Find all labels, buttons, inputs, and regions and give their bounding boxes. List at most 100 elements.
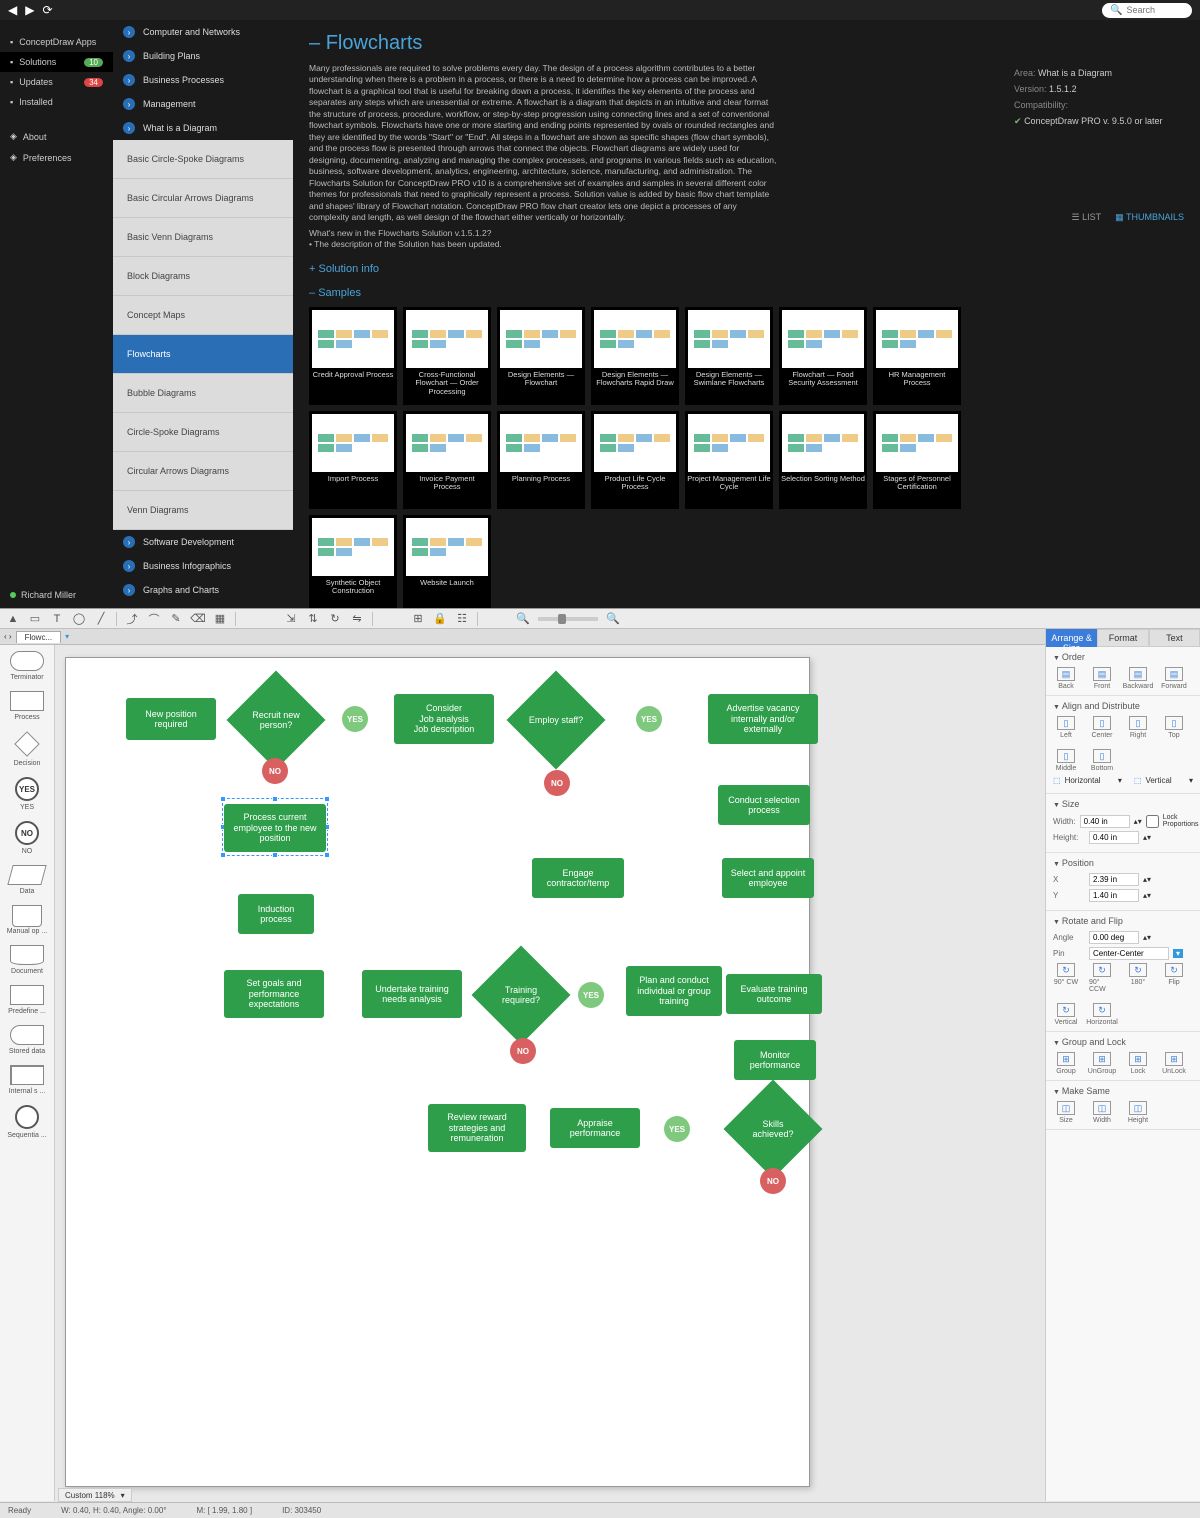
tab-format[interactable]: Format: [1097, 629, 1148, 647]
rp--ccw[interactable]: ↻90° CCW: [1089, 963, 1115, 993]
rp-forward[interactable]: ▤Forward: [1161, 667, 1187, 690]
rp-bottom[interactable]: ▯Bottom: [1089, 749, 1115, 772]
zoom-slider[interactable]: [538, 617, 598, 621]
rp-lock[interactable]: ⊞Lock: [1125, 1052, 1151, 1075]
select-tool-icon[interactable]: ▭: [28, 612, 42, 626]
layer-tool-icon[interactable]: ☷: [455, 612, 469, 626]
sample-card[interactable]: Cross-Functional Flowchart — Order Proce…: [403, 307, 491, 405]
sample-card[interactable]: Flowchart — Food Security Assessment: [779, 307, 867, 405]
flowchart-process[interactable]: Evaluate training outcome: [726, 974, 822, 1014]
shape-sequentia-[interactable]: Sequentia ...: [0, 1105, 54, 1139]
left-nav-conceptdraw-apps[interactable]: ▪ConceptDraw Apps: [0, 32, 113, 52]
section-group[interactable]: Group and Lock: [1053, 1037, 1193, 1047]
nav-back-icon[interactable]: ◀: [8, 3, 17, 17]
zoom-in-icon[interactable]: 🔍: [606, 612, 620, 626]
rp-backward[interactable]: ▤Backward: [1125, 667, 1151, 690]
sample-card[interactable]: Website Launch: [403, 515, 491, 609]
flowchart-process[interactable]: Engage contractor/temp: [532, 858, 624, 898]
angle-input[interactable]: [1089, 931, 1139, 944]
sub-item[interactable]: Concept Maps: [113, 296, 293, 335]
rp-top[interactable]: ▯Top: [1161, 716, 1187, 739]
flowchart-process[interactable]: Induction process: [238, 894, 314, 934]
nav-forward-icon[interactable]: ▶: [25, 3, 34, 17]
canvas[interactable]: New position requiredRecruit new person?…: [65, 657, 810, 1487]
distribute-tool-icon[interactable]: ⇅: [306, 612, 320, 626]
sample-card[interactable]: Import Process: [309, 411, 397, 509]
search-box[interactable]: 🔍: [1102, 3, 1192, 18]
left-nav-solutions[interactable]: ▪Solutions10: [0, 52, 113, 72]
sample-card[interactable]: Project Management Life Cycle: [685, 411, 773, 509]
sample-card[interactable]: Synthetic Object Construction: [309, 515, 397, 609]
document-tab[interactable]: Flowc...: [16, 631, 62, 643]
sample-card[interactable]: Design Elements — Flowcharts Rapid Draw: [591, 307, 679, 405]
line-tool-icon[interactable]: ╱: [94, 612, 108, 626]
section-rotate[interactable]: Rotate and Flip: [1053, 916, 1193, 926]
section-position[interactable]: Position: [1053, 858, 1193, 868]
flowchart-process[interactable]: Undertake training needs analysis: [362, 970, 462, 1018]
yes-connector[interactable]: YES: [636, 706, 662, 732]
section-same[interactable]: Make Same: [1053, 1086, 1193, 1096]
shape-process[interactable]: Process: [0, 691, 54, 721]
shape-decision[interactable]: Decision: [0, 731, 54, 767]
tab-arrange[interactable]: Arrange & Size: [1046, 629, 1097, 647]
eraser-tool-icon[interactable]: ⌫: [191, 612, 205, 626]
lock-tool-icon[interactable]: 🔒: [433, 612, 447, 626]
rp-right[interactable]: ▯Right: [1125, 716, 1151, 739]
shape-predefine-[interactable]: Predefine ...: [0, 985, 54, 1015]
rotate-tool-icon[interactable]: ↻: [328, 612, 342, 626]
flowchart-process[interactable]: Process current employee to the new posi…: [224, 804, 326, 852]
width-input[interactable]: [1080, 815, 1130, 828]
flip-tool-icon[interactable]: ⇋: [350, 612, 364, 626]
category-item[interactable]: ›Business Processes: [113, 68, 293, 92]
category-item[interactable]: ›What is a Diagram: [113, 116, 293, 140]
text-tool-icon[interactable]: T: [50, 612, 64, 626]
sub-item[interactable]: Basic Venn Diagrams: [113, 218, 293, 257]
connector-tool-icon[interactable]: ⤴: [125, 612, 139, 626]
left-nav-installed[interactable]: ▪Installed: [0, 92, 113, 112]
rp-horizontal[interactable]: ↻Horizontal: [1089, 1003, 1115, 1026]
tab-text[interactable]: Text: [1149, 629, 1200, 647]
shape-internal-s-[interactable]: Internal s ...: [0, 1065, 54, 1095]
no-connector[interactable]: NO: [760, 1168, 786, 1194]
nav-reload-icon[interactable]: ⟳: [42, 3, 52, 17]
left-nav-preferences[interactable]: ◈Preferences: [0, 147, 113, 168]
pin-select[interactable]: [1089, 947, 1169, 960]
shape-stored-data[interactable]: Stored data: [0, 1025, 54, 1055]
yes-connector[interactable]: YES: [664, 1116, 690, 1142]
rp-height[interactable]: ◫Height: [1125, 1101, 1151, 1124]
flowchart-process[interactable]: Set goals and performance expectations: [224, 970, 324, 1018]
rp-front[interactable]: ▤Front: [1089, 667, 1115, 690]
sample-card[interactable]: HR Management Process: [873, 307, 961, 405]
sample-card[interactable]: Credit Approval Process: [309, 307, 397, 405]
flowchart-process[interactable]: Review reward strategies and remuneratio…: [428, 1104, 526, 1152]
shape-document[interactable]: Document: [0, 945, 54, 975]
section-size[interactable]: Size: [1053, 799, 1193, 809]
sample-card[interactable]: Design Elements — Flowchart: [497, 307, 585, 405]
flowchart-process[interactable]: Plan and conduct individual or group tra…: [626, 966, 722, 1016]
flowchart-process[interactable]: ConsiderJob analysisJob description: [394, 694, 494, 744]
flowchart-decision[interactable]: Employ staff?: [521, 685, 591, 755]
pen-tool-icon[interactable]: ✎: [169, 612, 183, 626]
height-input[interactable]: [1089, 831, 1139, 844]
section-samples[interactable]: – Samples: [309, 287, 1184, 299]
shape-tool-icon[interactable]: ◯: [72, 612, 86, 626]
rp-center[interactable]: ▯Center: [1089, 716, 1115, 739]
group-tool-icon[interactable]: ⊞: [411, 612, 425, 626]
section-solution-info[interactable]: + Solution info: [309, 263, 1184, 275]
tab-nav-icon[interactable]: ‹ ›: [4, 632, 12, 641]
category-item[interactable]: ›Software Development: [113, 530, 293, 554]
sub-item[interactable]: Block Diagrams: [113, 257, 293, 296]
flowchart-decision[interactable]: Recruit new person?: [241, 685, 311, 755]
no-connector[interactable]: NO: [510, 1038, 536, 1064]
flowchart-process[interactable]: Advertise vacancy internally and/or exte…: [708, 694, 818, 744]
sub-item[interactable]: Flowcharts: [113, 335, 293, 374]
sub-item[interactable]: Venn Diagrams: [113, 491, 293, 530]
yes-connector[interactable]: YES: [578, 982, 604, 1008]
table-tool-icon[interactable]: ▦: [213, 612, 227, 626]
sub-item[interactable]: Circular Arrows Diagrams: [113, 452, 293, 491]
thumb-view-button[interactable]: ▦ THUMBNAILS: [1115, 212, 1184, 223]
list-view-button[interactable]: ☰ LIST: [1072, 212, 1102, 223]
no-connector[interactable]: NO: [544, 770, 570, 796]
left-nav-about[interactable]: ◈About: [0, 126, 113, 147]
flowchart-decision[interactable]: Skills achieved?: [738, 1094, 808, 1164]
